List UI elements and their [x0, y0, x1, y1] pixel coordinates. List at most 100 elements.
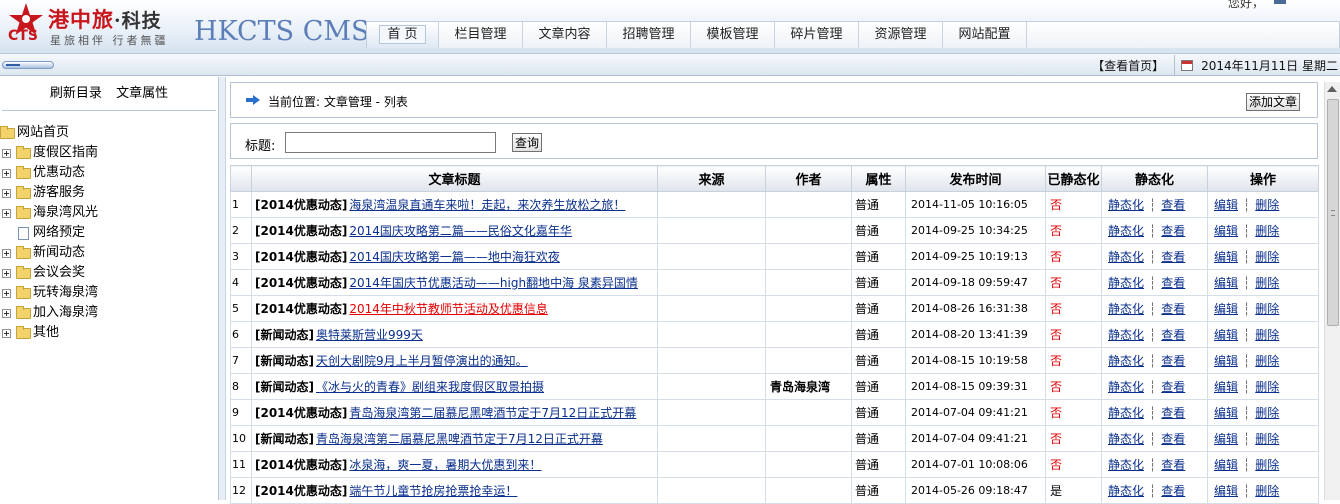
add-article-button[interactable]: 添加文章	[1245, 93, 1300, 111]
make-static-link[interactable]: 静态化	[1108, 354, 1144, 368]
make-static-link[interactable]: 静态化	[1108, 328, 1144, 342]
make-static-link[interactable]: 静态化	[1108, 302, 1144, 316]
nav-tab-3[interactable]: 招聘管理	[607, 22, 691, 48]
edit-link[interactable]: 编辑	[1214, 250, 1238, 264]
article-title-link[interactable]: 端午节儿童节抢房抢票抢幸运！	[349, 484, 517, 498]
delete-link[interactable]: 删除	[1255, 432, 1279, 446]
view-link[interactable]: 查看	[1161, 458, 1185, 472]
article-title-link[interactable]: 奥特莱斯营业999天	[316, 328, 423, 342]
article-title-link[interactable]: 冰泉海，爽一夏，暑期大优惠到来！	[349, 458, 541, 472]
edit-link[interactable]: 编辑	[1214, 406, 1238, 420]
edit-link[interactable]: 编辑	[1214, 328, 1238, 342]
tree-item[interactable]: 新闻动态	[0, 243, 218, 263]
tree-item[interactable]: 游客服务	[0, 183, 218, 203]
tree-item[interactable]: 玩转海泉湾	[0, 283, 218, 303]
refresh-directory-link[interactable]: 刷新目录	[50, 86, 102, 101]
view-link[interactable]: 查看	[1161, 302, 1185, 316]
vertical-scrollbar[interactable]	[1324, 82, 1340, 500]
tree-item[interactable]: 海泉湾风光	[0, 203, 218, 223]
nav-tab-0[interactable]: 首 页	[367, 22, 439, 48]
tree-item[interactable]: 优惠动态	[0, 163, 218, 183]
view-link[interactable]: 查看	[1161, 328, 1185, 342]
make-static-link[interactable]: 静态化	[1108, 250, 1144, 264]
article-title-link[interactable]: 《冰与火的青春》剧组来我度假区取景拍摄	[316, 380, 544, 394]
nav-tab-6[interactable]: 资源管理	[859, 22, 943, 48]
tree-item[interactable]: 会议会奖	[0, 263, 218, 283]
article-title-link[interactable]: 海泉湾温泉直通车来啦！走起，来次养生放松之旅！	[349, 198, 625, 212]
view-link[interactable]: 查看	[1161, 406, 1185, 420]
tree-item[interactable]: 其他	[0, 323, 218, 343]
tree-item[interactable]: 网络预定	[0, 223, 218, 243]
title-search-input[interactable]	[285, 132, 496, 153]
tree-root[interactable]: 网站首页	[0, 123, 218, 143]
expand-plus-icon[interactable]	[2, 268, 11, 278]
delete-link[interactable]: 删除	[1255, 406, 1279, 420]
article-title-link[interactable]: 天创大剧院9月上半月暂停演出的通知。	[316, 354, 528, 368]
search-button[interactable]: 查询	[512, 133, 543, 152]
sidebar-splitter[interactable]	[219, 77, 226, 500]
delete-link[interactable]: 删除	[1255, 354, 1279, 368]
expand-plus-icon[interactable]	[2, 148, 11, 158]
make-static-link[interactable]: 静态化	[1108, 380, 1144, 394]
tree-item[interactable]: 加入海泉湾	[0, 303, 218, 323]
logout-icon[interactable]	[1274, 0, 1286, 4]
edit-link[interactable]: 编辑	[1214, 302, 1238, 316]
collapse-sidebar-button[interactable]	[2, 61, 54, 69]
expand-plus-icon[interactable]	[2, 248, 11, 258]
article-title-link[interactable]: 2014国庆攻略第一篇——地中海狂欢夜	[349, 250, 560, 264]
edit-link[interactable]: 编辑	[1214, 484, 1238, 498]
delete-link[interactable]: 删除	[1255, 458, 1279, 472]
edit-link[interactable]: 编辑	[1214, 354, 1238, 368]
edit-link[interactable]: 编辑	[1214, 380, 1238, 394]
article-title-link[interactable]: 2014年国庆节优惠活动——high翻地中海 泉素异国情	[349, 276, 638, 290]
expand-plus-icon[interactable]	[2, 168, 11, 178]
delete-link[interactable]: 删除	[1255, 224, 1279, 238]
nav-tab-7[interactable]: 网站配置	[943, 22, 1027, 48]
view-link[interactable]: 查看	[1161, 276, 1185, 290]
nav-tab-1[interactable]: 栏目管理	[439, 22, 523, 48]
delete-link[interactable]: 删除	[1255, 380, 1279, 394]
delete-link[interactable]: 删除	[1255, 302, 1279, 316]
view-link[interactable]: 查看	[1161, 380, 1185, 394]
article-title-link[interactable]: 2014国庆攻略第二篇——民俗文化嘉年华	[349, 224, 572, 238]
delete-link[interactable]: 删除	[1255, 484, 1279, 498]
article-title-link[interactable]: 青岛海泉湾第二届慕尼黑啤酒节定于7月12日正式开幕	[349, 406, 636, 420]
expand-plus-icon[interactable]	[2, 328, 11, 338]
delete-link[interactable]: 删除	[1255, 198, 1279, 212]
view-link[interactable]: 查看	[1161, 250, 1185, 264]
edit-link[interactable]: 编辑	[1214, 458, 1238, 472]
expand-plus-icon[interactable]	[2, 288, 11, 298]
nav-tab-2[interactable]: 文章内容	[523, 22, 607, 48]
make-static-link[interactable]: 静态化	[1108, 198, 1144, 212]
view-link[interactable]: 查看	[1161, 198, 1185, 212]
edit-link[interactable]: 编辑	[1214, 224, 1238, 238]
article-title-link[interactable]: 青岛海泉湾第二届慕尼黑啤酒节定于7月12日正式开幕	[316, 432, 603, 446]
nav-tab-5[interactable]: 碎片管理	[775, 22, 859, 48]
delete-link[interactable]: 删除	[1255, 328, 1279, 342]
tree-item[interactable]: 度假区指南	[0, 143, 218, 163]
scrollbar-thumb[interactable]	[1327, 99, 1339, 326]
delete-link[interactable]: 删除	[1255, 276, 1279, 290]
make-static-link[interactable]: 静态化	[1108, 484, 1144, 498]
edit-link[interactable]: 编辑	[1214, 432, 1238, 446]
make-static-link[interactable]: 静态化	[1108, 432, 1144, 446]
delete-link[interactable]: 删除	[1255, 250, 1279, 264]
edit-link[interactable]: 编辑	[1214, 198, 1238, 212]
expand-plus-icon[interactable]	[2, 188, 11, 198]
make-static-link[interactable]: 静态化	[1108, 276, 1144, 290]
edit-link[interactable]: 编辑	[1214, 276, 1238, 290]
expand-plus-icon[interactable]	[2, 308, 11, 318]
view-home-link[interactable]: 【查看首页】	[1092, 57, 1172, 74]
expand-plus-icon[interactable]	[2, 208, 11, 218]
view-link[interactable]: 查看	[1161, 354, 1185, 368]
scroll-up-icon[interactable]	[1327, 86, 1337, 92]
view-link[interactable]: 查看	[1161, 224, 1185, 238]
view-link[interactable]: 查看	[1161, 432, 1185, 446]
make-static-link[interactable]: 静态化	[1108, 406, 1144, 420]
nav-tab-4[interactable]: 模板管理	[691, 22, 775, 48]
article-attributes-link[interactable]: 文章属性	[116, 86, 168, 101]
article-title-link[interactable]: 2014年中秋节教师节活动及优惠信息	[349, 302, 548, 316]
make-static-link[interactable]: 静态化	[1108, 458, 1144, 472]
make-static-link[interactable]: 静态化	[1108, 224, 1144, 238]
view-link[interactable]: 查看	[1161, 484, 1185, 498]
